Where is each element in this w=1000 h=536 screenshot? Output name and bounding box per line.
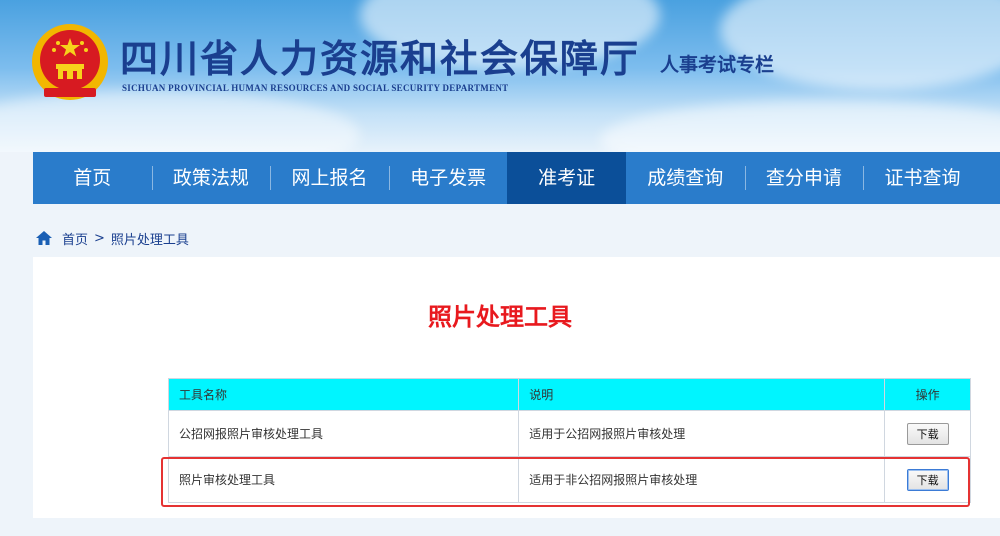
table-row: 照片审核处理工具 适用于非公招网报照片审核处理 下载 xyxy=(167,456,971,503)
breadcrumb-separator: > xyxy=(94,230,105,246)
site-title-english: SICHUAN PROVINCIAL HUMAN RESOURCES AND S… xyxy=(122,83,509,93)
download-button[interactable]: 下载 xyxy=(906,422,949,445)
column-header-desc: 说明 xyxy=(518,378,886,411)
tool-desc: 适用于公招网报照片审核处理 xyxy=(518,410,886,457)
nav-item-certificate-query[interactable]: 证书查询 xyxy=(863,152,982,204)
nav-item-online-registration[interactable]: 网上报名 xyxy=(270,152,389,204)
main-nav: 首页 政策法规 网上报名 电子发票 准考证 成绩查询 查分申请 证书查询 xyxy=(33,152,1000,204)
column-header-op: 操作 xyxy=(884,378,971,411)
nav-item-admission-ticket[interactable]: 准考证 xyxy=(507,152,626,204)
breadcrumb: 首页 > 照片处理工具 xyxy=(36,228,189,248)
page-title: 照片处理工具 xyxy=(428,303,572,331)
cloud-decoration xyxy=(600,100,1000,152)
site-header: 四川省人力资源和社会保障厅 SICHUAN PROVINCIAL HUMAN R… xyxy=(0,0,1000,152)
nav-item-score-query[interactable]: 成绩查询 xyxy=(626,152,745,204)
tools-table: 工具名称 说明 操作 公招网报照片审核处理工具 适用于公招网报照片审核处理 下载… xyxy=(167,378,971,503)
tool-desc: 适用于非公招网报照片审核处理 xyxy=(518,456,886,503)
breadcrumb-home-link[interactable]: 首页 xyxy=(62,229,88,248)
site-title: 四川省人力资源和社会保障厅 xyxy=(120,36,641,81)
national-emblem-icon xyxy=(32,24,108,100)
tool-name: 照片审核处理工具 xyxy=(167,456,520,503)
nav-item-e-invoice[interactable]: 电子发票 xyxy=(388,152,508,204)
column-header-name: 工具名称 xyxy=(167,378,520,411)
nav-item-policy[interactable]: 政策法规 xyxy=(151,152,271,204)
table-header-row: 工具名称 说明 操作 xyxy=(167,378,971,411)
home-icon xyxy=(36,231,52,245)
tool-name: 公招网报照片审核处理工具 xyxy=(167,410,520,457)
breadcrumb-current: 照片处理工具 xyxy=(110,232,189,248)
table-row: 公招网报照片审核处理工具 适用于公招网报照片审核处理 下载 xyxy=(167,410,971,457)
nav-item-home[interactable]: 首页 xyxy=(33,152,152,204)
nav-item-score-review[interactable]: 查分申请 xyxy=(744,152,864,204)
section-subtitle: 人事考试专栏 xyxy=(660,54,775,76)
download-button[interactable]: 下载 xyxy=(906,468,949,491)
